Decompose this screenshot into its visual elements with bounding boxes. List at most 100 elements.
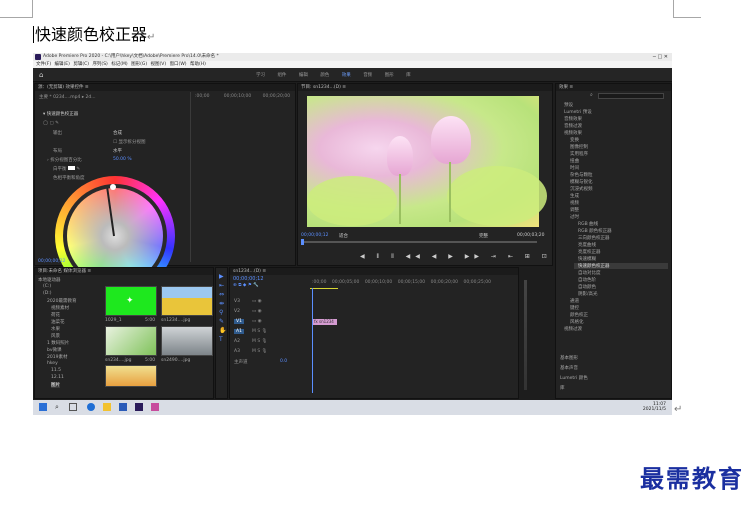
project-panel-header[interactable]: 项目:未命名 媒体浏览器 ≡: [35, 268, 213, 275]
effects-item-channel[interactable]: 通道: [570, 298, 579, 304]
tree-folder[interactable]: 水果: [51, 326, 60, 332]
playback-scrubber[interactable]: [301, 239, 537, 245]
tree-folder[interactable]: 2019素材: [47, 354, 67, 360]
effects-search-input[interactable]: [598, 93, 664, 99]
track-toggle-icons[interactable]: ▭ ◉: [252, 319, 262, 324]
document-heading[interactable]: 快速颜色校正器↵: [33, 21, 155, 45]
effects-item-time[interactable]: 时间: [570, 165, 579, 171]
clip-selector[interactable]: 主要 * 0234....mp4 ▸ 2d...: [39, 94, 96, 100]
effects-item-video-transitions[interactable]: 视频过渡: [564, 326, 582, 332]
program-monitor-header[interactable]: 节目: sn1234...(D) ≡: [298, 84, 552, 91]
effects-item-fast-color-corrector[interactable]: 快速颜色校正器: [574, 263, 668, 269]
white-balance-row[interactable]: 白平衡 ✎: [53, 166, 80, 172]
track-toggle-icons[interactable]: M S 🎙: [252, 339, 267, 344]
tab-libraries[interactable]: 库: [406, 73, 411, 78]
effects-item-keying[interactable]: 键控: [570, 305, 579, 311]
fit-dropdown[interactable]: 适合: [339, 233, 348, 239]
tree-folder[interactable]: 油菜花: [51, 319, 65, 325]
tool-icons[interactable]: ▶ ⇤ ⇔ ⇹ ⚲ ✎ ✋ T: [219, 272, 226, 344]
search-icon[interactable]: ⌕: [55, 403, 63, 411]
effects-item-auto-levels[interactable]: 自动色阶: [578, 277, 596, 283]
track-toggle-icons[interactable]: ▭ ◉: [252, 299, 262, 304]
menu-help[interactable]: 帮助(H): [190, 62, 206, 67]
tree-folder[interactable]: 荷花: [51, 312, 60, 318]
effects-item-auto-color[interactable]: 自动颜色: [578, 284, 596, 290]
menu-graphics[interactable]: 图形(G): [131, 62, 147, 67]
media-thumb[interactable]: [105, 365, 157, 387]
effects-item-auto-contrast[interactable]: 自动对比度: [578, 270, 601, 276]
media-thumb[interactable]: ✦: [105, 286, 157, 316]
playhead-marker[interactable]: [301, 239, 304, 245]
effects-item-presets[interactable]: 预设: [564, 102, 573, 108]
panel-essential-sound[interactable]: 基本声音: [560, 365, 578, 371]
effects-item-shadow-highlight[interactable]: 阴影/高光: [578, 291, 598, 297]
tree-drive-d[interactable]: (D:): [43, 291, 52, 296]
effects-item-rgb-corrector[interactable]: RGB 颜色校正器: [578, 228, 612, 234]
effects-item-blur-sharpen[interactable]: 模糊与锐化: [570, 179, 593, 185]
word-icon[interactable]: [119, 403, 127, 411]
white-balance-swatch[interactable]: [67, 166, 75, 170]
menu-view[interactable]: 视图(V): [151, 62, 167, 67]
effects-item-luma-curve[interactable]: 亮度曲线: [578, 242, 596, 248]
timeline-tool-icons[interactable]: ⊕ ⧉ ◆ ⚑ 🔧: [233, 282, 259, 288]
home-icon[interactable]: ⌂: [39, 71, 43, 79]
effects-item-distort[interactable]: 扭曲: [570, 158, 579, 164]
work-area-bar[interactable]: [310, 288, 338, 289]
effects-item-audio-effects[interactable]: 音频效果: [564, 116, 582, 122]
track-a3[interactable]: A3: [234, 349, 240, 354]
tree-folder[interactable]: 1 数码照片: [47, 340, 69, 346]
effects-item-generate[interactable]: 生成: [570, 193, 579, 199]
timeline-ruler[interactable]: :00;00 00;00;05;00 00;00;10;00 00;00;15;…: [312, 280, 491, 285]
effects-item-transform[interactable]: 变换: [570, 137, 579, 143]
panel-essential-graphics[interactable]: 基本图形: [560, 355, 578, 361]
effects-item-lumetri-presets[interactable]: Lumetri 预设: [564, 109, 592, 115]
task-view-icon[interactable]: [69, 403, 77, 411]
track-a1[interactable]: A1: [234, 329, 244, 334]
tab-effects[interactable]: 效果: [342, 73, 351, 78]
tab-assembly[interactable]: 组件: [277, 73, 286, 78]
mask-shape-icons[interactable]: ◯ ▢ ✎: [43, 121, 59, 126]
edge-icon[interactable]: [87, 403, 95, 411]
menu-clip[interactable]: 剪辑(C): [73, 62, 89, 67]
transport-controls[interactable]: ◀ ⦀ ⦀ ◀◀ ◀ ▶ ▶▶ ⇥ ⇤ ⊞ ⊡ ⊙: [360, 253, 569, 261]
timeline-playhead[interactable]: [312, 288, 313, 393]
window-controls[interactable]: ─ □ ✕: [653, 53, 668, 61]
split-percent-value[interactable]: 50.00 %: [113, 157, 132, 162]
media-thumb[interactable]: [161, 326, 213, 356]
effects-item-fast-blur[interactable]: 快速模糊: [578, 256, 596, 262]
panel-libraries[interactable]: 库: [560, 385, 565, 391]
panel-lumetri-color[interactable]: Lumetri 颜色: [560, 375, 588, 381]
menu-marker[interactable]: 标记(M): [111, 62, 127, 67]
effects-item-video-effects[interactable]: 视频效果: [564, 130, 582, 136]
track-v3[interactable]: V3: [234, 299, 240, 304]
tab-color[interactable]: 颜色: [320, 73, 329, 78]
menu-edit[interactable]: 编辑(E): [55, 62, 70, 67]
effects-item-noise-grain[interactable]: 杂色与颗粒: [570, 172, 593, 178]
premiere-taskbar-icon[interactable]: [135, 403, 143, 411]
file-explorer-icon[interactable]: [103, 403, 111, 411]
track-v2[interactable]: V2: [234, 309, 240, 314]
track-v1[interactable]: V1: [234, 319, 244, 324]
effects-item-image-control[interactable]: 图像控制: [570, 144, 588, 150]
menu-window[interactable]: 窗口(W): [170, 62, 187, 67]
tab-graphics[interactable]: 图形: [385, 73, 394, 78]
windows-start-icon[interactable]: [39, 403, 47, 411]
tree-folder[interactable]: 12.11: [51, 375, 64, 380]
effects-item-immersive[interactable]: 沉浸式视频: [570, 186, 593, 192]
timeline-clip[interactable]: fx sn1234: [313, 319, 337, 325]
media-thumb[interactable]: [161, 286, 213, 316]
effects-item-adjust[interactable]: 调整: [570, 207, 579, 213]
media-thumb[interactable]: [105, 326, 157, 356]
app-taskbar-icon[interactable]: [151, 403, 159, 411]
effects-item-audio-transitions[interactable]: 音频过渡: [564, 123, 582, 129]
show-split-checkbox[interactable]: ☐ 显示拆分视图: [113, 139, 145, 145]
tab-editing[interactable]: 编辑: [299, 73, 308, 78]
output-dropdown[interactable]: 合成: [113, 130, 122, 136]
timeline-header[interactable]: sn1234...(D) ≡: [230, 268, 518, 275]
effects-item-three-way[interactable]: 三向颜色校正器: [578, 235, 610, 241]
effects-item-luma-corrector[interactable]: 亮度校正器: [578, 249, 601, 255]
tree-drive-c[interactable]: (C:): [43, 284, 51, 289]
tree-folder[interactable]: bv微课: [47, 347, 62, 353]
effects-item-video[interactable]: 视频: [570, 200, 579, 206]
master-volume[interactable]: 0.0: [280, 359, 287, 364]
